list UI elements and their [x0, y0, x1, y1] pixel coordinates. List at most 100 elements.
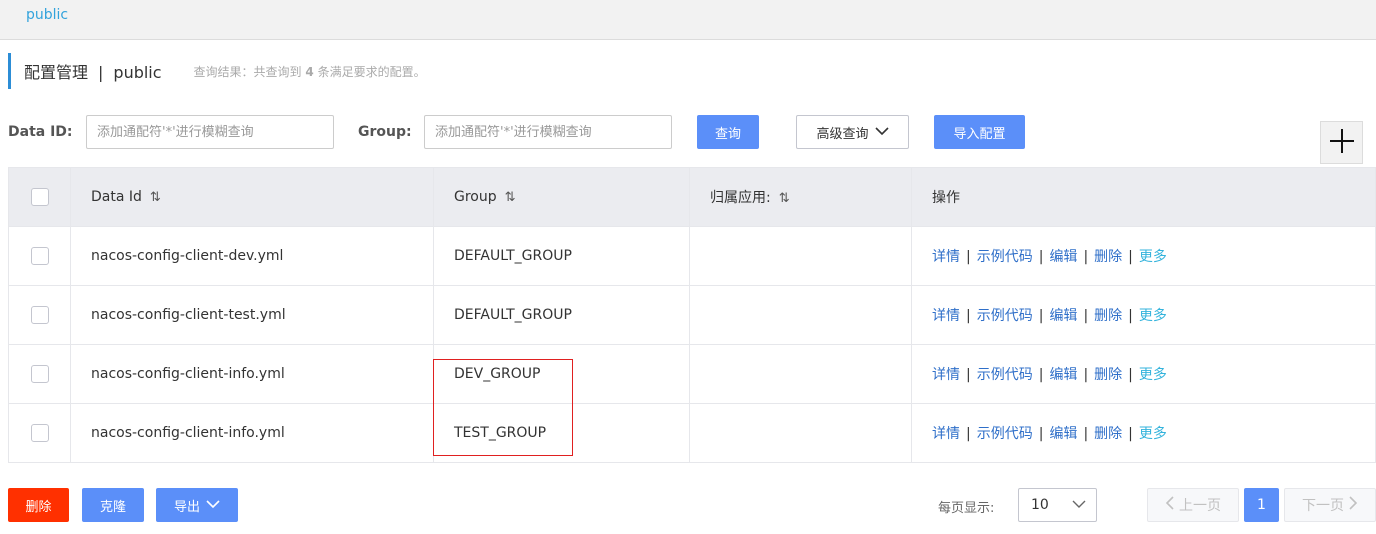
search-bar: Data ID: Group: 查询 高级查询 导入配置 [8, 115, 1376, 149]
table-row: nacos-config-client-info.yml DEV_GROUP 详情 |… [8, 344, 1376, 404]
clone-label: 克隆 [99, 499, 126, 515]
table-row: nacos-config-client-info.yml TEST_GROUP 详情… [8, 403, 1376, 463]
cell-ops: 详情 | 示例代码 | 编辑 | 删除 | 更多 [911, 226, 1376, 286]
header-ops: 操作 [911, 167, 1376, 227]
delete-link[interactable]: 删除 [1094, 249, 1122, 265]
more-link[interactable]: 更多 [1139, 367, 1167, 383]
detail-link[interactable]: 详情 [932, 426, 960, 442]
config-table: Data Id ⇅ Group ⇅ 归属应用: ⇅ 操作 nacos-config-c… [8, 167, 1376, 463]
delete-link[interactable]: 删除 [1094, 426, 1122, 442]
data-id-text: nacos-config-client-info.yml [91, 366, 285, 382]
table-header-row: Data Id ⇅ Group ⇅ 归属应用: ⇅ 操作 [8, 167, 1376, 227]
cell-data-id: nacos-config-client-info.yml [70, 403, 434, 463]
page-title-namespace: public [113, 63, 162, 82]
row-select-cell [8, 344, 71, 404]
group-text: DEFAULT_GROUP [454, 307, 572, 323]
cell-group: DEFAULT_GROUP [433, 226, 690, 286]
cell-ops: 详情 | 示例代码 | 编辑 | 删除 | 更多 [911, 403, 1376, 463]
sample-code-link[interactable]: 示例代码 [977, 426, 1033, 442]
delete-link[interactable]: 删除 [1094, 308, 1122, 324]
header-data-id: Data Id ⇅ [70, 167, 434, 227]
op-separator: | [1038, 426, 1044, 442]
op-separator: | [966, 367, 971, 383]
next-page-button[interactable]: 下一页 [1284, 488, 1376, 522]
result-suffix: 条满足要求的配置。 [317, 64, 426, 79]
title-separator: | [98, 63, 104, 82]
sample-code-link[interactable]: 示例代码 [977, 308, 1033, 324]
dataid-label: Data ID: [8, 124, 73, 140]
export-button[interactable]: 导出 [156, 488, 238, 522]
more-link[interactable]: 更多 [1139, 308, 1167, 324]
plus-icon [1329, 128, 1355, 158]
header-app: 归属应用: ⇅ [689, 167, 912, 227]
detail-link[interactable]: 详情 [932, 249, 960, 265]
edit-link[interactable]: 编辑 [1049, 367, 1077, 383]
header-select-all-cell [8, 167, 71, 227]
import-config-label: 导入配置 [953, 126, 1006, 142]
chevron-right-icon [1348, 496, 1358, 514]
page-size-value: 10 [1031, 497, 1049, 513]
data-id-text: nacos-config-client-test.yml [91, 307, 286, 323]
table-row: nacos-config-client-test.yml DEFAULT_GROU… [8, 285, 1376, 345]
cell-app [689, 344, 912, 404]
row-select-cell [8, 403, 71, 463]
sort-icon[interactable]: ⇅ [150, 190, 161, 205]
sort-icon[interactable]: ⇅ [779, 191, 790, 206]
op-separator: | [1128, 249, 1133, 265]
op-separator: | [1038, 367, 1044, 383]
cell-ops: 详情 | 示例代码 | 编辑 | 删除 | 更多 [911, 285, 1376, 345]
edit-link[interactable]: 编辑 [1049, 426, 1077, 442]
header-data-id-label: Data Id [91, 189, 142, 205]
cell-app [689, 285, 912, 345]
dataid-search-input[interactable] [86, 115, 334, 149]
data-id-text: nacos-config-client-info.yml [91, 425, 285, 441]
group-text: DEV_GROUP [454, 366, 541, 382]
cell-app [689, 226, 912, 286]
op-separator: | [1128, 308, 1133, 324]
delete-link[interactable]: 删除 [1094, 367, 1122, 383]
table-row: nacos-config-client-dev.yml DEFAULT_GROUP… [8, 226, 1376, 286]
op-separator: | [966, 249, 971, 265]
query-button[interactable]: 查询 [697, 115, 759, 149]
group-search-input[interactable] [424, 115, 672, 149]
select-all-checkbox[interactable] [30, 188, 49, 206]
page-1-button[interactable]: 1 [1244, 488, 1279, 522]
page-title: 配置管理 | public [24, 59, 162, 83]
op-separator: | [1083, 426, 1089, 442]
import-config-button[interactable]: 导入配置 [934, 115, 1025, 149]
batch-delete-label: 删除 [25, 499, 52, 515]
edit-link[interactable]: 编辑 [1049, 249, 1077, 265]
header-group-label: Group [454, 189, 497, 205]
clone-button[interactable]: 克隆 [82, 488, 144, 522]
detail-link[interactable]: 详情 [932, 308, 960, 324]
cell-app [689, 403, 912, 463]
advanced-query-button[interactable]: 高级查询 [796, 115, 909, 149]
row-checkbox[interactable] [30, 247, 49, 265]
cell-data-id: nacos-config-client-dev.yml [70, 226, 434, 286]
header-group: Group ⇅ [433, 167, 690, 227]
prev-page-label: 上一页 [1179, 498, 1221, 514]
add-config-button[interactable] [1320, 121, 1363, 164]
namespace-tab-public[interactable]: public [26, 7, 68, 23]
edit-link[interactable]: 编辑 [1049, 308, 1077, 324]
export-label: 导出 [173, 499, 200, 515]
op-separator: | [1128, 426, 1133, 442]
sort-icon[interactable]: ⇅ [505, 190, 516, 205]
row-checkbox[interactable] [30, 365, 49, 383]
group-text: DEFAULT_GROUP [454, 248, 572, 264]
page-size-select[interactable]: 10 [1018, 488, 1097, 522]
namespace-bar: public [0, 0, 1376, 40]
detail-link[interactable]: 详情 [932, 367, 960, 383]
more-link[interactable]: 更多 [1139, 426, 1167, 442]
sample-code-link[interactable]: 示例代码 [977, 367, 1033, 383]
sample-code-link[interactable]: 示例代码 [977, 249, 1033, 265]
query-result-summary: 查询结果：共查询到 4 条满足要求的配置。 [194, 63, 426, 80]
row-checkbox[interactable] [30, 424, 49, 442]
batch-delete-button[interactable]: 删除 [8, 488, 69, 522]
advanced-query-label: 高级查询 [816, 126, 869, 142]
row-checkbox[interactable] [30, 306, 49, 324]
cell-ops: 详情 | 示例代码 | 编辑 | 删除 | 更多 [911, 344, 1376, 404]
prev-page-button[interactable]: 上一页 [1147, 488, 1239, 522]
cell-data-id: nacos-config-client-info.yml [70, 344, 434, 404]
more-link[interactable]: 更多 [1139, 249, 1167, 265]
